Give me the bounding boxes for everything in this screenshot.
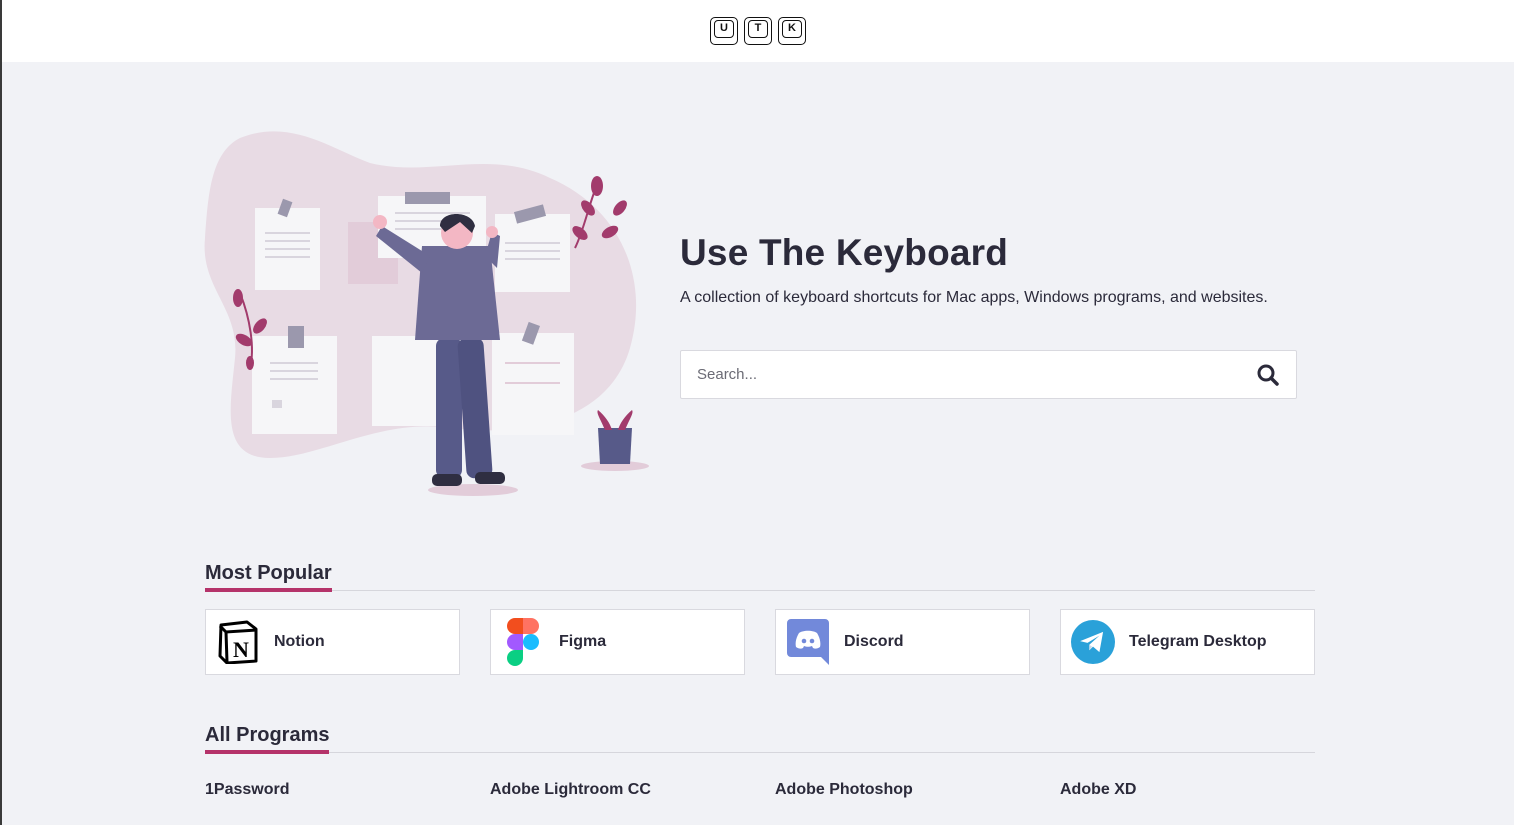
site-logo[interactable]: U T K (710, 17, 806, 45)
hero-illustration (200, 128, 660, 508)
logo-key-k: K (778, 17, 806, 45)
popular-card-discord[interactable]: Discord (775, 609, 1030, 675)
telegram-icon (1071, 620, 1115, 664)
logo-key-u: U (710, 17, 738, 45)
search-input[interactable] (681, 351, 1241, 398)
discord-icon (786, 619, 830, 665)
popular-card-label: Telegram Desktop (1129, 633, 1267, 650)
program-list: 1Password Adobe Lightroom CC Adobe Photo… (205, 781, 1315, 801)
logo-key-t: T (744, 17, 772, 45)
top-bar: U T K (2, 0, 1514, 62)
all-programs-heading: All Programs (205, 724, 330, 754)
most-popular-heading: Most Popular (205, 562, 332, 592)
window-border (0, 0, 2, 825)
popular-card-label: Discord (844, 633, 904, 650)
program-link[interactable]: Adobe XD (1060, 781, 1345, 801)
program-link[interactable]: Adobe Lightroom CC (490, 781, 775, 801)
figma-icon (501, 618, 545, 666)
popular-card-notion[interactable]: N Notion (205, 609, 460, 675)
popular-card-figma[interactable]: Figma (490, 609, 745, 675)
search-button[interactable] (1256, 363, 1280, 387)
most-popular-header: Most Popular (205, 562, 1315, 592)
search-box (680, 350, 1297, 399)
search-icon (1257, 364, 1279, 386)
notion-icon: N (216, 620, 260, 664)
page-subtitle: A collection of keyboard shortcuts for M… (680, 289, 1268, 306)
all-programs-header: All Programs (205, 724, 1315, 754)
popular-card-telegram[interactable]: Telegram Desktop (1060, 609, 1315, 675)
popular-list: N Notion Figma Discord Telegram Desktop (205, 609, 1315, 675)
popular-card-label: Notion (274, 633, 325, 650)
program-link[interactable]: 1Password (205, 781, 490, 801)
svg-text:N: N (233, 637, 249, 662)
page-title: Use The Keyboard (680, 232, 1009, 273)
program-link[interactable]: Adobe Photoshop (775, 781, 1060, 801)
popular-card-label: Figma (559, 633, 607, 650)
hero-text: Use The Keyboard A collection of keyboar… (680, 232, 1320, 307)
